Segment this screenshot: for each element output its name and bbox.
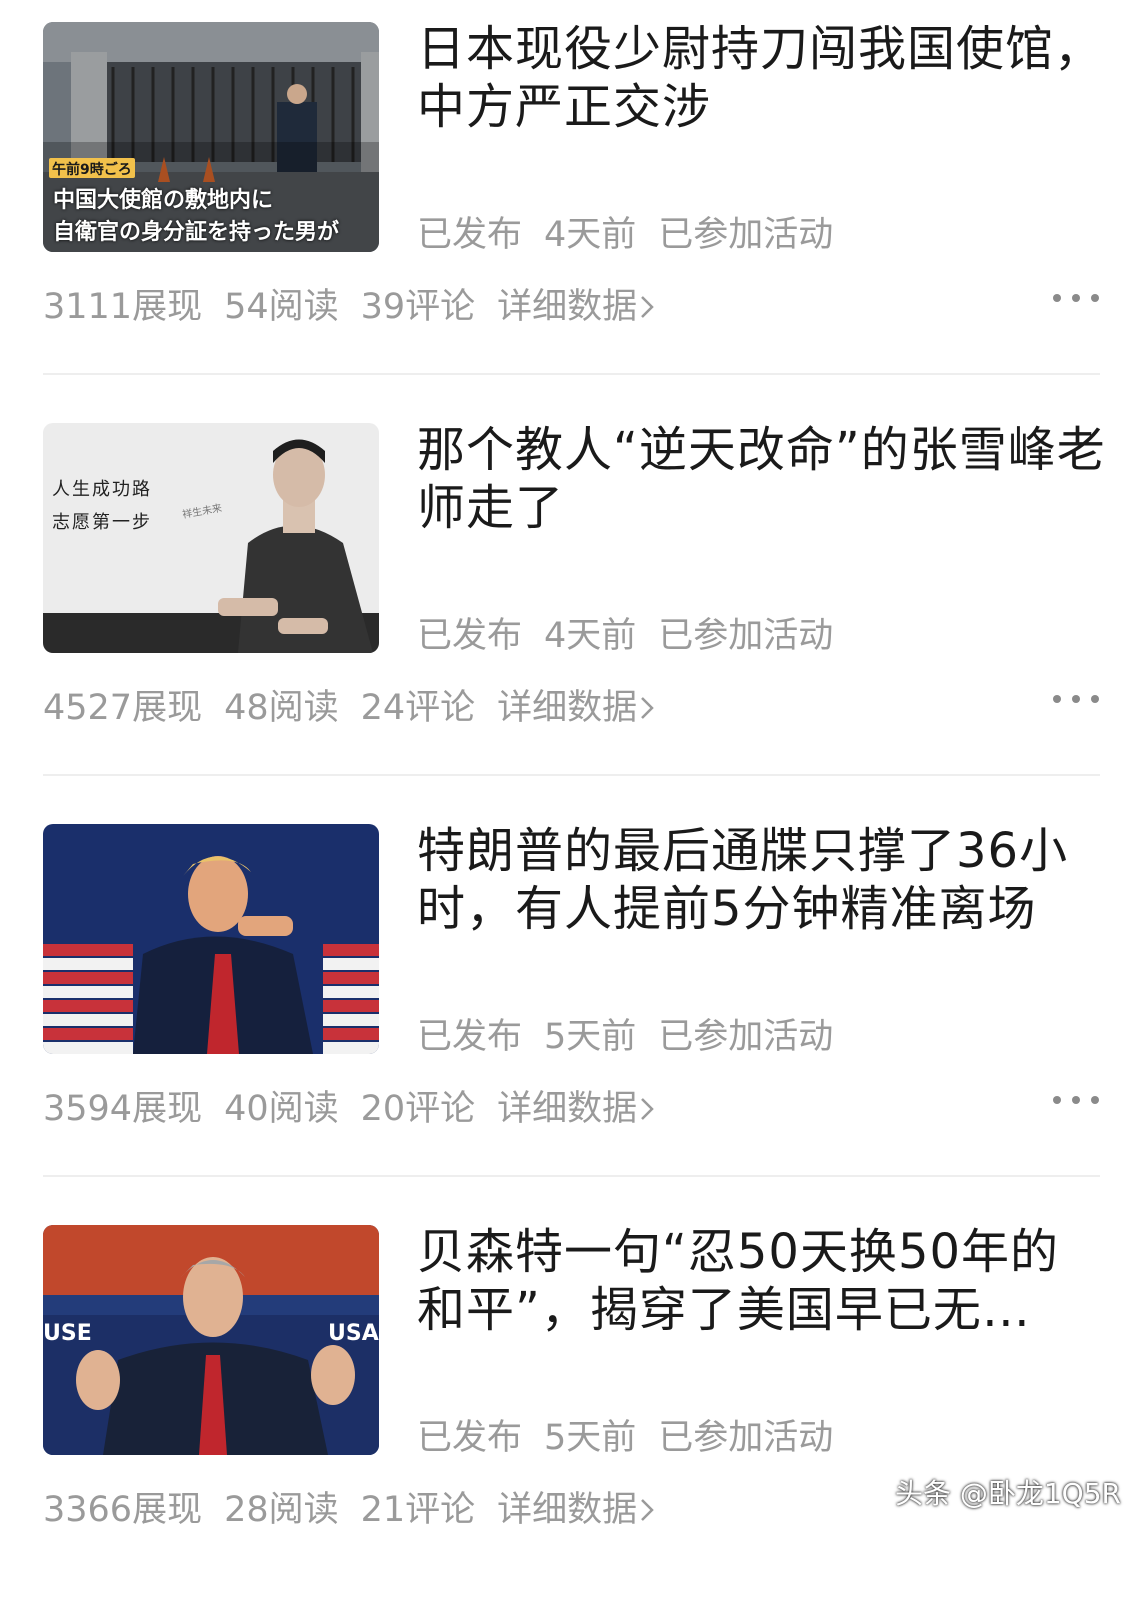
teacher-portrait-image: 祥生未来 [43,423,379,653]
divider [43,1175,1100,1177]
divider [43,373,1100,375]
article-title[interactable]: 贝森特一句“忍50天换50年的和平”，揭穿了美国早已无… [417,1223,1107,1339]
detail-data-label: 详细数据 [497,287,638,327]
publish-status: 已发布 [417,1017,523,1057]
detail-data-link[interactable]: 详细数据 [497,287,655,327]
divider [43,774,1100,776]
thumb-sign-left: USE [43,1321,92,1346]
activity-status: 已参加活动 [658,1017,834,1057]
reads-count: 48阅读 [224,688,339,728]
thumb-text-line1: 人生成功路 [52,479,152,500]
article-stats: 3366展现 28阅读 21评论 详细数据 [43,1481,677,1532]
article-thumbnail[interactable] [43,824,379,1054]
chevron-right-icon [641,1499,654,1521]
thumb-sign-right: USA [328,1321,379,1346]
article-meta: 已发布 4天前 已参加活动 [417,607,855,658]
comments-count: 39评论 [360,287,476,327]
more-dots-icon[interactable] [1053,292,1099,304]
article-card[interactable]: USE USA 贝森特一句“忍50天换50年的和平”，揭穿了美国早已无… 已发布… [0,1203,1147,1604]
impressions-count: 3366展现 [43,1490,203,1530]
more-dots-icon[interactable] [1053,693,1099,705]
publish-time: 4天前 [544,616,637,656]
comments-count: 20评论 [360,1089,476,1129]
thumb-caption-line2: 自衛官の身分証を持った男が [53,220,340,245]
detail-data-label: 详细数据 [497,1089,638,1129]
detail-data-label: 详细数据 [497,688,638,728]
thumb-caption-tag: 午前9時ごろ [52,162,132,178]
article-card[interactable]: 午前9時ごろ 中国大使館の敷地内に 自衛官の身分証を持った男が 日本现役少尉持刀… [0,0,1147,401]
reads-count: 40阅读 [224,1089,339,1129]
article-meta: 已发布 5天前 已参加活动 [417,1008,855,1059]
more-dots-icon[interactable] [1053,1094,1099,1106]
publish-time: 5天前 [544,1418,637,1458]
comments-count: 21评论 [360,1490,476,1530]
watermark: 头条 @卧龙1Q5R [894,1477,1121,1510]
article-thumbnail[interactable]: 祥生未来 人生成功路 志愿第一步 [43,423,379,653]
thumb-caption-line1: 中国大使館の敷地内に [53,188,274,213]
article-meta: 已发布 4天前 已参加活动 [417,206,855,257]
publish-time: 4天前 [544,215,637,255]
detail-data-link[interactable]: 详细数据 [497,1089,655,1129]
article-title[interactable]: 日本现役少尉持刀闯我国使馆，中方严正交涉 [417,20,1107,136]
activity-status: 已参加活动 [658,1418,834,1458]
speaker-flags-image [43,824,379,1054]
article-title[interactable]: 那个教人“逆天改命”的张雪峰老师走了 [417,421,1107,537]
thumb-text-line2: 志愿第一步 [52,512,152,533]
reads-count: 54阅读 [224,287,339,327]
impressions-count: 4527展现 [43,688,203,728]
activity-status: 已参加活动 [658,215,834,255]
article-stats: 3594展现 40阅读 20评论 详细数据 [43,1080,677,1131]
publish-status: 已发布 [417,616,523,656]
publish-status: 已发布 [417,215,523,255]
article-title[interactable]: 特朗普的最后通牒只撑了36小时，有人提前5分钟精准离场 [417,822,1107,938]
impressions-count: 3594展现 [43,1089,203,1129]
chevron-right-icon [641,1098,654,1120]
article-card[interactable]: 祥生未来 人生成功路 志愿第一步 那个教人“逆天改命”的张雪峰老师走了 已发布 4… [0,401,1147,802]
reads-count: 28阅读 [224,1490,339,1530]
activity-status: 已参加活动 [658,616,834,656]
publish-time: 5天前 [544,1017,637,1057]
detail-data-label: 详细数据 [497,1490,638,1530]
article-stats: 3111展现 54阅读 39评论 详细数据 [43,278,677,329]
article-card[interactable]: 特朗普的最后通牒只撑了36小时，有人提前5分钟精准离场 已发布 5天前 已参加活动 … [0,802,1147,1203]
article-stats: 4527展现 48阅读 24评论 详细数据 [43,679,677,730]
detail-data-link[interactable]: 详细数据 [497,688,655,728]
chevron-right-icon [641,697,654,719]
chevron-right-icon [641,296,654,318]
publish-status: 已发布 [417,1418,523,1458]
comments-count: 24评论 [360,688,476,728]
impressions-count: 3111展现 [43,287,203,327]
article-thumbnail[interactable]: USE USA [43,1225,379,1455]
detail-data-link[interactable]: 详细数据 [497,1490,655,1530]
article-thumbnail[interactable]: 午前9時ごろ 中国大使館の敷地内に 自衛官の身分証を持った男が [43,22,379,252]
article-meta: 已发布 5天前 已参加活动 [417,1409,855,1460]
